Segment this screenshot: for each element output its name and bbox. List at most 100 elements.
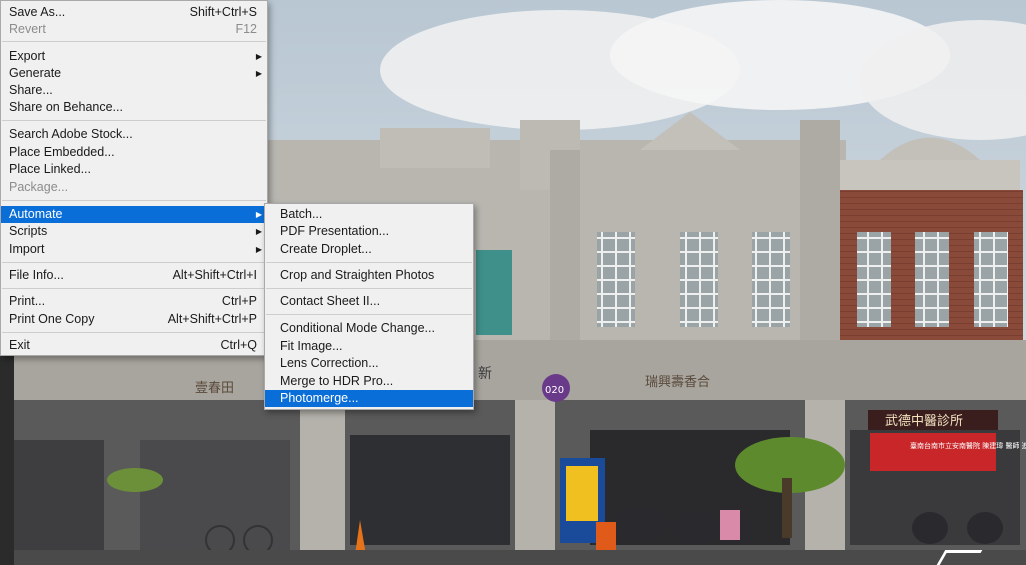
- menu-item-save-as[interactable]: Save As... Shift+Ctrl+S: [1, 4, 267, 21]
- submenu-item-crop-and-straighten[interactable]: Crop and Straighten Photos: [265, 267, 473, 284]
- menu-item-search-adobe-stock[interactable]: Search Adobe Stock...: [1, 126, 267, 143]
- menu-item-export[interactable]: Export ▶: [1, 48, 267, 65]
- menu-separator: [266, 262, 472, 263]
- submenu-arrow-icon: ▶: [255, 245, 262, 254]
- plant: [107, 468, 163, 492]
- submenu-item-conditional-mode-change[interactable]: Conditional Mode Change...: [265, 320, 473, 337]
- pillar: [550, 150, 580, 360]
- pillar: [515, 400, 555, 560]
- menu-item-label: Import: [9, 242, 45, 256]
- menu-item-label: Generate: [9, 66, 62, 80]
- red-banner: [870, 433, 996, 471]
- menu-separator: [2, 41, 266, 42]
- menu-item-label: Export: [9, 49, 46, 63]
- poster-sign-panel: [566, 466, 598, 521]
- submenu-item-pdf-presentation[interactable]: PDF Presentation...: [265, 223, 473, 240]
- menu-item-share[interactable]: Share...: [1, 82, 267, 99]
- submenu-arrow-icon: ▶: [255, 210, 262, 219]
- menu-item-label: Photomerge...: [280, 391, 359, 405]
- submenu-item-create-droplet[interactable]: Create Droplet...: [265, 241, 473, 258]
- menu-item-automate[interactable]: Automate ▶: [1, 206, 267, 223]
- menu-separator: [2, 262, 266, 263]
- menu-item-label: Crop and Straighten Photos: [280, 268, 435, 282]
- menu-item-shortcut: Ctrl+P: [221, 294, 257, 308]
- menu-item-label: Lens Correction...: [280, 356, 379, 370]
- menu-item-label: Print...: [9, 294, 46, 308]
- submenu-item-lens-correction[interactable]: Lens Correction...: [265, 355, 473, 372]
- menu-item-label: Conditional Mode Change...: [280, 321, 435, 335]
- menu-item-label: PDF Presentation...: [280, 224, 390, 238]
- window: [597, 232, 635, 327]
- submenu-item-merge-to-hdr-pro[interactable]: Merge to HDR Pro...: [265, 373, 473, 390]
- menu-item-label: Package...: [9, 180, 69, 194]
- menu-item-label: Create Droplet...: [280, 242, 372, 256]
- window: [974, 232, 1008, 327]
- sidewalk: [0, 550, 1026, 565]
- menu-item-label: Place Embedded...: [9, 145, 115, 159]
- submenu-item-contact-sheet[interactable]: Contact Sheet II...: [265, 293, 473, 310]
- menu-item-label: Contact Sheet II...: [280, 294, 381, 308]
- window: [752, 232, 790, 327]
- menu-item-shortcut: F12: [235, 22, 257, 36]
- menu-item-place-embedded[interactable]: Place Embedded...: [1, 144, 267, 161]
- menu-item-import[interactable]: Import ▶: [1, 241, 267, 258]
- menu-item-scripts[interactable]: Scripts ▶: [1, 223, 267, 240]
- menu-item-label: Revert: [9, 22, 46, 36]
- menu-item-label: Save As...: [9, 5, 66, 19]
- banner-text: 臺南台南市立安南醫院 陳建瑋 醫師 進入轉診: [910, 441, 1026, 450]
- round-sign-text: 020: [545, 385, 564, 396]
- menu-item-generate[interactable]: Generate ▶: [1, 65, 267, 82]
- menu-item-share-on-behance[interactable]: Share on Behance...: [1, 99, 267, 116]
- submenu-item-photomerge[interactable]: Photomerge...: [265, 390, 473, 407]
- menu-item-shortcut: Alt+Shift+Ctrl+I: [172, 268, 257, 282]
- menu-item-label: Share on Behance...: [9, 100, 123, 114]
- submenu-arrow-icon: ▶: [255, 52, 262, 61]
- plant-stem: [782, 478, 792, 538]
- menu-item-exit[interactable]: Exit Ctrl+Q: [1, 337, 267, 354]
- menu-item-package[interactable]: Package...: [1, 179, 267, 196]
- menu-item-label: Fit Image...: [280, 339, 343, 353]
- menu-item-print[interactable]: Print... Ctrl+P: [1, 293, 267, 310]
- shop-sign-text: 新: [478, 366, 492, 382]
- menu-item-label: Scripts: [9, 224, 48, 238]
- shop-sign-text: 壹春田: [195, 381, 234, 396]
- menu-item-label: Search Adobe Stock...: [9, 127, 133, 141]
- shop-sign-text: 瑞興壽香合: [645, 375, 710, 390]
- vertical-ruler[interactable]: [0, 355, 14, 565]
- menu-separator: [2, 332, 266, 333]
- menu-separator: [2, 120, 266, 121]
- menu-separator: [2, 200, 266, 201]
- menu-item-file-info[interactable]: File Info... Alt+Shift+Ctrl+I: [1, 267, 267, 284]
- menu-item-label: Batch...: [280, 207, 323, 221]
- pillar: [300, 400, 345, 560]
- window: [915, 232, 949, 327]
- automate-submenu: Batch... PDF Presentation... Create Drop…: [264, 203, 474, 410]
- menu-item-shortcut: Shift+Ctrl+S: [189, 5, 257, 19]
- window: [680, 232, 718, 327]
- menu-item-revert[interactable]: Revert F12: [1, 21, 267, 38]
- submenu-item-batch[interactable]: Batch...: [265, 206, 473, 223]
- menu-item-print-one-copy[interactable]: Print One Copy Alt+Shift+Ctrl+P: [1, 311, 267, 328]
- menu-item-label: Exit: [9, 338, 30, 352]
- window: [857, 232, 891, 327]
- balustrade: [840, 160, 1020, 190]
- menu-item-shortcut: Alt+Shift+Ctrl+P: [167, 312, 257, 326]
- pink-scooter: [720, 510, 740, 540]
- menu-separator: [266, 314, 472, 315]
- menu-separator: [2, 288, 266, 289]
- menu-separator: [266, 288, 472, 289]
- parapet: [380, 128, 490, 168]
- menu-item-label: Print One Copy: [9, 312, 95, 326]
- menu-item-label: Share...: [9, 83, 53, 97]
- menu-item-label: Automate: [9, 207, 63, 221]
- submenu-arrow-icon: ▶: [255, 227, 262, 236]
- menu-item-label: Merge to HDR Pro...: [280, 374, 394, 388]
- window-teal: [476, 250, 512, 335]
- submenu-item-fit-image[interactable]: Fit Image...: [265, 338, 473, 355]
- file-menu: Save As... Shift+Ctrl+S Revert F12 Export ▶…: [0, 0, 268, 356]
- menu-item-place-linked[interactable]: Place Linked...: [1, 161, 267, 178]
- shop-interior: [350, 435, 510, 545]
- menu-item-label: Place Linked...: [9, 162, 91, 176]
- pillar: [800, 120, 840, 360]
- shutter: [14, 440, 104, 550]
